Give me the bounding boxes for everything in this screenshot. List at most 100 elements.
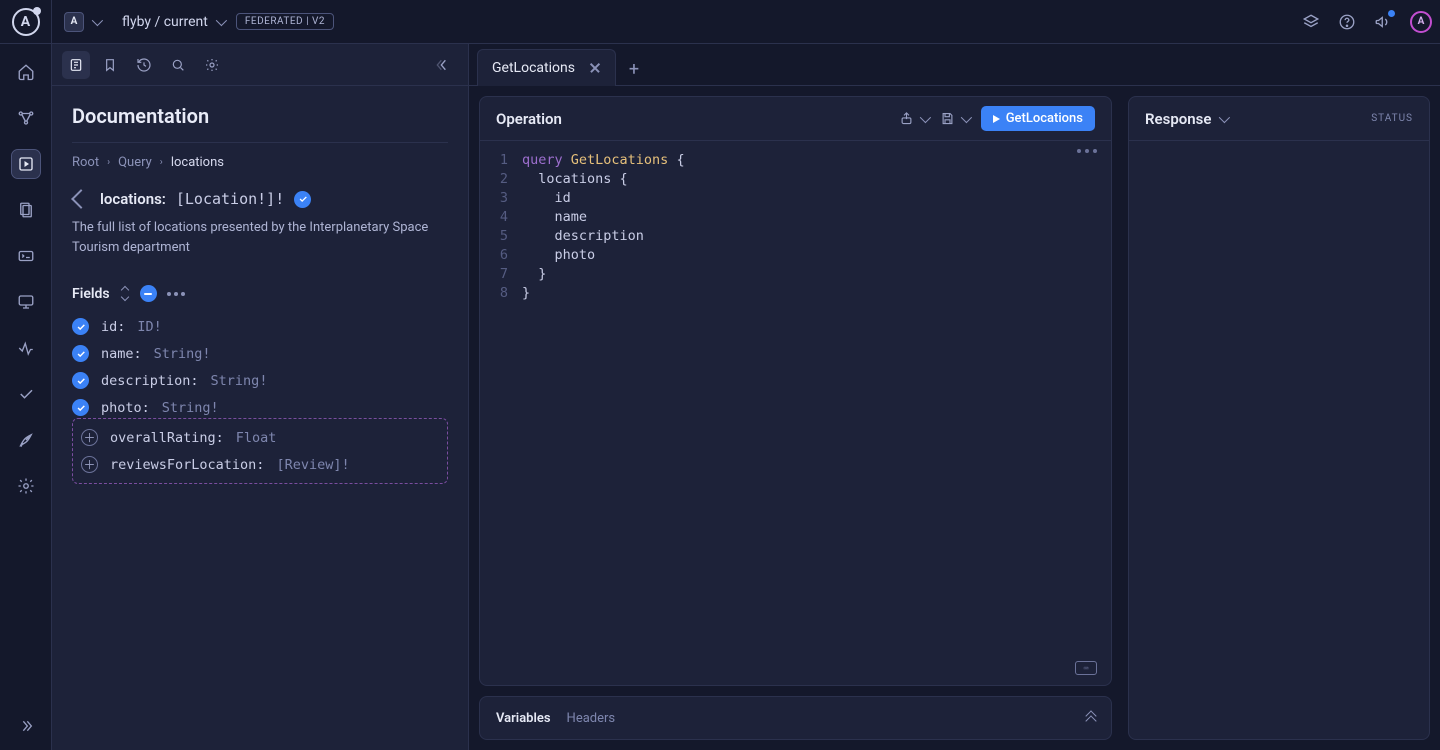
- back-button[interactable]: [72, 192, 90, 206]
- field-row[interactable]: photo: String!: [72, 399, 448, 416]
- operation-title: Operation: [496, 110, 562, 128]
- nav-console-icon[interactable]: [12, 242, 40, 270]
- new-tab-button[interactable]: +: [618, 53, 650, 85]
- expand-collapse-icon[interactable]: [120, 287, 130, 301]
- chevron-down-icon: [919, 111, 930, 122]
- field-type: ID!: [137, 319, 161, 335]
- nav-clients-icon[interactable]: [12, 288, 40, 316]
- line-number: 5: [480, 227, 522, 246]
- field-name: photo:: [101, 400, 150, 416]
- nav-graph-icon[interactable]: [12, 104, 40, 132]
- nav-expand-icon[interactable]: [12, 712, 40, 740]
- field-type: Float: [236, 430, 277, 446]
- close-icon[interactable]: [589, 62, 601, 74]
- save-button[interactable]: [940, 111, 969, 126]
- doc-tab-browser-icon[interactable]: [62, 51, 90, 79]
- chevron-down-icon[interactable]: [1219, 111, 1230, 122]
- app-logo[interactable]: A: [0, 0, 52, 44]
- nav-docs-icon[interactable]: [12, 196, 40, 224]
- field-name: overallRating:: [110, 430, 224, 446]
- query-editor[interactable]: 1query GetLocations {2 locations {3 id4 …: [480, 141, 1111, 685]
- check-circle-icon[interactable]: [72, 399, 89, 416]
- crumb-query[interactable]: Query: [118, 155, 152, 170]
- field-name: reviewsForLocation:: [110, 457, 264, 473]
- more-icon[interactable]: [167, 292, 185, 296]
- tab-label: GetLocations: [492, 60, 575, 76]
- check-circle-icon[interactable]: [72, 372, 89, 389]
- code-text: name: [522, 208, 587, 227]
- notification-dot: [1388, 10, 1395, 17]
- code-text: id: [522, 189, 571, 208]
- field-row[interactable]: name: String!: [72, 345, 448, 362]
- project-switcher[interactable]: flyby / current: [122, 14, 224, 30]
- org-letter: A: [71, 16, 78, 27]
- federation-badge: FEDERATED | V2: [236, 13, 334, 30]
- fields-heading: Fields: [72, 286, 110, 302]
- line-number: 7: [480, 265, 522, 284]
- nav-launches-icon[interactable]: [12, 426, 40, 454]
- logo-letter: A: [21, 14, 30, 30]
- field-type: String!: [162, 400, 219, 416]
- field-row[interactable]: ＋ overallRating: Float: [81, 429, 439, 446]
- code-text: description: [522, 227, 644, 246]
- doc-tab-search-icon[interactable]: [164, 51, 192, 79]
- chevron-down-icon: [92, 14, 103, 25]
- check-circle-icon[interactable]: [72, 345, 89, 362]
- chevron-down-icon: [216, 14, 227, 25]
- editor-more-icon[interactable]: [1077, 149, 1097, 153]
- field-row[interactable]: ＋ reviewsForLocation: [Review]!: [81, 456, 439, 473]
- doc-collapse-icon[interactable]: [430, 51, 458, 79]
- nav-metrics-icon[interactable]: [12, 334, 40, 362]
- variables-tab[interactable]: Variables: [496, 711, 551, 726]
- org-switcher[interactable]: A: [64, 12, 100, 32]
- line-number: 3: [480, 189, 522, 208]
- doc-title: Documentation: [72, 104, 448, 128]
- remove-all-icon[interactable]: [140, 285, 157, 302]
- nav-checks-icon[interactable]: [12, 380, 40, 408]
- headers-tab[interactable]: Headers: [567, 711, 616, 726]
- plus-circle-icon[interactable]: ＋: [81, 456, 98, 473]
- doc-tab-history-icon[interactable]: [130, 51, 158, 79]
- doc-tab-settings-icon[interactable]: [198, 51, 226, 79]
- line-number: 4: [480, 208, 522, 227]
- line-number: 6: [480, 246, 522, 265]
- share-button[interactable]: [899, 111, 928, 126]
- field-type: [Review]!: [276, 457, 349, 473]
- chevron-up-icon[interactable]: [1087, 712, 1095, 725]
- line-number: 1: [480, 151, 522, 170]
- nav-settings-icon[interactable]: [12, 472, 40, 500]
- code-text: }: [522, 265, 546, 284]
- project-name: flyby / current: [122, 14, 208, 30]
- field-type: String!: [211, 373, 268, 389]
- type-signature: [Location!]!: [176, 190, 284, 208]
- crumb-root[interactable]: Root: [72, 155, 99, 170]
- check-circle-icon[interactable]: [294, 191, 311, 208]
- field-row[interactable]: id: ID!: [72, 318, 448, 335]
- nav-home-icon[interactable]: [12, 58, 40, 86]
- breadcrumb: Root › Query › locations: [72, 155, 448, 170]
- code-text: photo: [522, 246, 595, 265]
- layers-icon[interactable]: [1302, 13, 1320, 31]
- check-circle-icon[interactable]: [72, 318, 89, 335]
- variables-panel[interactable]: Variables Headers: [479, 696, 1112, 740]
- run-button[interactable]: GetLocations: [981, 106, 1095, 131]
- type-name: locations:: [100, 190, 166, 208]
- doc-tab-bookmark-icon[interactable]: [96, 51, 124, 79]
- field-row[interactable]: description: String!: [72, 372, 448, 389]
- keyboard-icon[interactable]: ⌨: [1075, 661, 1097, 675]
- field-name: description:: [101, 373, 199, 389]
- announce-icon[interactable]: [1374, 13, 1392, 31]
- status-label: STATUS: [1371, 113, 1413, 124]
- crumb-current: locations: [171, 155, 224, 170]
- nav-explorer-icon[interactable]: [12, 150, 40, 178]
- plus-circle-icon[interactable]: ＋: [81, 429, 98, 446]
- tab-getlocations[interactable]: GetLocations: [477, 49, 616, 86]
- field-type: String!: [154, 346, 211, 362]
- code-text: locations {: [522, 170, 628, 189]
- response-title: Response: [1145, 110, 1211, 128]
- field-name: name:: [101, 346, 142, 362]
- field-name: id:: [101, 319, 125, 335]
- avatar[interactable]: A: [1410, 11, 1432, 33]
- code-text: }: [522, 284, 530, 303]
- help-icon[interactable]: [1338, 13, 1356, 31]
